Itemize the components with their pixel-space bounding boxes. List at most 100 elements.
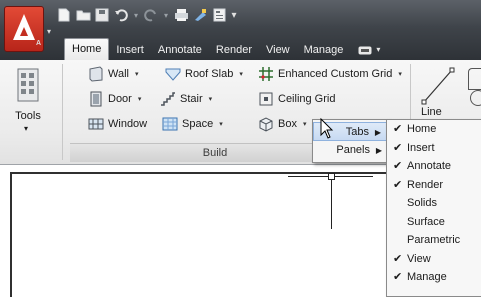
match-properties-icon[interactable] [192,7,208,23]
submenu-item-label: View [407,252,431,265]
window-label: Window [108,118,148,130]
ceiling-grid-label: Ceiling Grid [278,93,336,105]
chevron-down-icon: ▾ [398,71,402,78]
grid-icon [258,66,274,82]
roof-slab-icon [165,66,181,82]
submenu-item-label: Manage [407,271,447,283]
new-icon[interactable] [56,7,72,23]
stair-button[interactable]: Stair ▾ [160,89,212,109]
open-icon[interactable] [75,7,91,23]
submenu-item-label: Home [407,123,437,135]
box-icon [258,116,274,132]
wall-label: Wall [108,68,129,80]
checkmark-icon: ✔ [393,141,403,154]
application-menu-button[interactable]: A ▾ [4,6,51,52]
properties-icon[interactable] [211,7,227,23]
tab-annotate[interactable]: Annotate [151,40,209,60]
wall-button[interactable]: Wall ▾ [88,64,139,84]
submenu-item-solids[interactable]: Solids [387,194,481,213]
tools-icon [17,68,39,102]
menu-item-panels-label: Panels [336,144,370,156]
submenu-item-manage[interactable]: ✔ Manage [387,268,481,287]
space-button[interactable]: Space ▾ [162,114,223,134]
door-button[interactable]: Door ▾ [88,89,141,109]
submenu-item-label: Surface [407,215,445,228]
line-icon [421,67,455,105]
submenu-item-parametric[interactable]: Parametric [387,231,481,250]
roof-slab-button[interactable]: Roof Slab ▾ [165,64,243,84]
roof-slab-label: Roof Slab [185,68,234,80]
chevron-down-icon: ▾ [376,45,381,54]
ceiling-grid-icon [258,91,274,107]
chevron-down-icon: ▾ [134,71,139,78]
box-label: Box [278,118,297,130]
circle-icon[interactable] [470,90,481,106]
chevron-down-icon: ▾ [24,124,29,133]
polyline-icon[interactable] [468,68,481,90]
checkmark-icon: ✔ [393,160,403,172]
window-icon [88,116,104,132]
checkmark-icon: ✔ [393,178,403,191]
submenu-item-view[interactable]: ✔ View [387,250,481,269]
submenu-item-annotate[interactable]: ✔ Annotate [387,157,481,176]
submenu-item-label: Render [407,178,444,191]
panel-separator [62,64,63,160]
tools-label: Tools [15,110,41,122]
submenu-item-home[interactable]: ✔ Home [387,120,481,139]
space-icon [162,116,178,132]
ribbon-tab-bar: Home Insert Annotate Render View Manage … [64,37,388,60]
pickbox [328,173,335,180]
tabs-submenu: ✔ Home ✔ Insert ✔ Annotate ✔ Render Soli… [386,119,481,297]
enhanced-custom-grid-button[interactable]: Enhanced Custom Grid ▾ [258,64,402,84]
chevron-down-icon: ▾ [302,121,307,128]
tab-home[interactable]: Home [64,38,110,60]
undo-dropdown-icon[interactable]: ▾ [132,11,140,20]
crosshair-vertical [331,176,332,229]
submenu-item-label: Parametric [407,234,461,246]
line-label: Line [421,106,442,118]
submenu-item-label: Annotate [407,160,452,172]
submenu-item-surface[interactable]: Surface [387,213,481,232]
undo-icon[interactable] [113,7,129,23]
submenu-arrow-icon: ▶ [375,146,382,155]
ribbon-minimize-button[interactable]: ▾ [350,40,388,60]
submenu-item-label: Insert [407,141,435,154]
quick-access-toolbar: ▾ ▾ ▾ [56,4,238,26]
menu-item-tabs-label: Tabs [345,126,369,138]
tab-manage[interactable]: Manage [297,40,351,60]
chevron-down-icon: ▾ [208,96,213,103]
submenu-item-label: Solids [407,197,437,209]
chevron-down-icon: ▾ [239,71,243,78]
redo-icon[interactable] [143,7,159,23]
box-button[interactable]: Box ▾ [258,114,306,134]
save-icon[interactable] [94,7,110,23]
mouse-pointer-icon [320,118,334,139]
ceiling-grid-button[interactable]: Ceiling Grid [258,89,335,109]
redo-dropdown-icon[interactable]: ▾ [162,11,170,20]
checkmark-icon: ✔ [393,123,403,135]
tab-view[interactable]: View [259,40,297,60]
wall-icon [88,66,104,82]
chevron-down-icon: ▾ [137,96,142,103]
menu-item-panels[interactable]: Panels ▶ [313,141,387,160]
tab-insert[interactable]: Insert [109,40,151,60]
space-label: Space [182,118,214,130]
window-button[interactable]: Window [88,114,147,134]
door-label: Door [108,93,132,105]
stair-label: Stair [180,93,203,105]
chevron-down-icon: ▾ [46,27,51,36]
tab-render[interactable]: Render [209,40,259,60]
submenu-arrow-icon: ▶ [374,128,381,137]
logo-cutout [20,27,28,36]
submenu-item-insert[interactable]: ✔ Insert [387,139,481,158]
submenu-item-render[interactable]: ✔ Render [387,176,481,195]
chevron-down-icon: ▾ [219,121,223,128]
stair-icon [160,91,176,107]
door-icon [88,91,104,107]
plot-icon[interactable] [173,7,189,23]
customize-qat-icon[interactable]: ▾ [230,10,238,21]
tools-button[interactable]: Tools ▾ [6,66,50,136]
enhanced-custom-grid-label: Enhanced Custom Grid [278,68,393,80]
checkmark-icon: ✔ [393,252,403,265]
ribbon-display-icon [358,46,372,54]
